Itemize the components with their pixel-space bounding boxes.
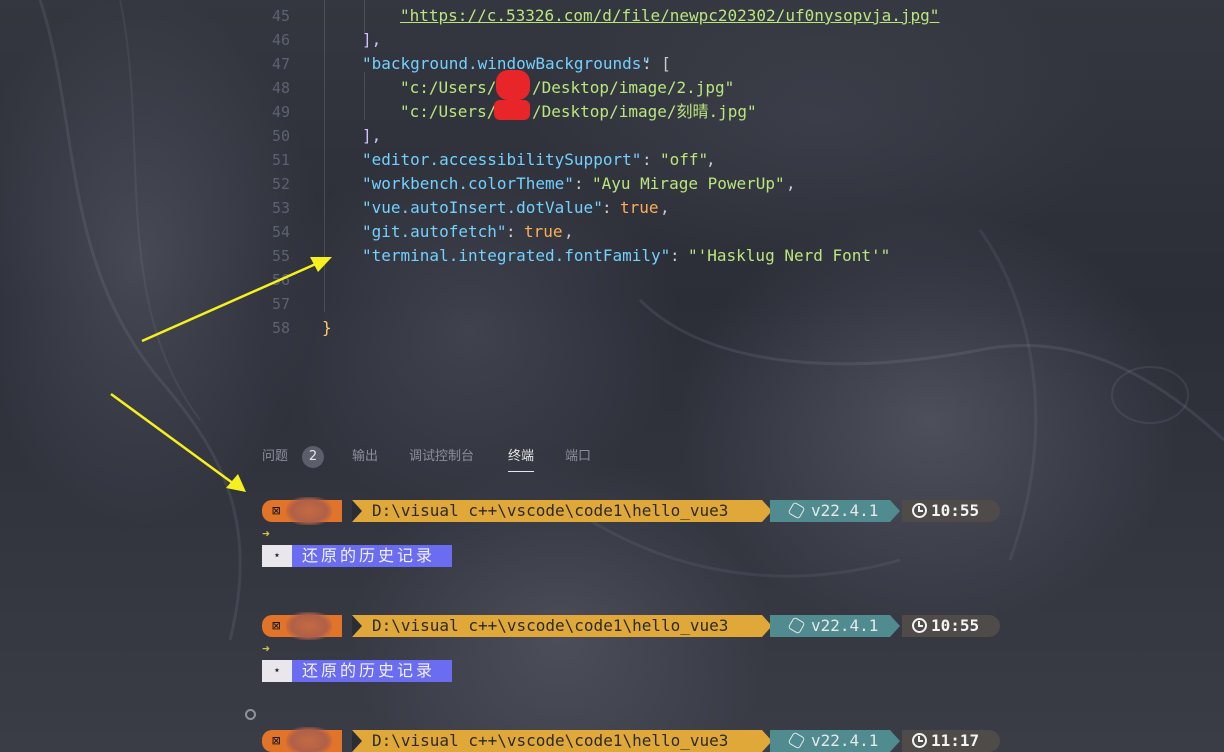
annotation-arrows [110, 257, 332, 492]
annotation-arrow [141, 261, 319, 343]
annotation-arrow [110, 392, 235, 486]
annotation-arrowhead [226, 474, 246, 492]
